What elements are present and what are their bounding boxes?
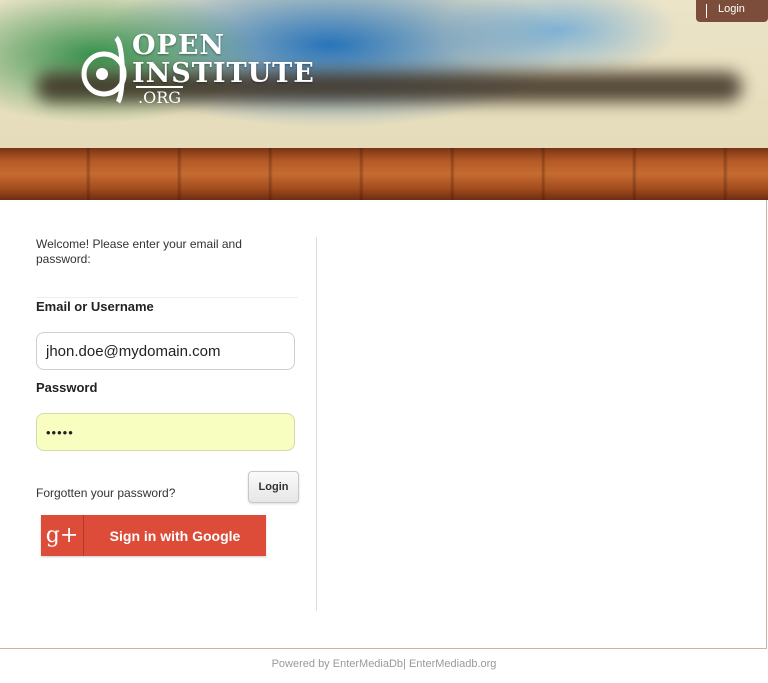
top-login-button[interactable]: Login: [696, 0, 768, 22]
footer-text[interactable]: Powered by EnterMediaDb| EnterMediadb.or…: [0, 658, 768, 670]
google-signin-button[interactable]: g+ Sign in with Google: [41, 515, 266, 556]
email-field[interactable]: jhon.doe@mydomain.com: [36, 332, 295, 370]
logo-text-open: OPEN: [132, 30, 226, 61]
google-signin-label: Sign in with Google: [109, 527, 241, 544]
password-value: •••••: [46, 424, 74, 440]
google-plus-icon: g+: [41, 515, 84, 556]
logo-text-org: .ORG: [136, 86, 184, 107]
logo-text-institute: INSTITUTE: [132, 58, 315, 89]
login-button[interactable]: Login: [248, 471, 299, 503]
form-divider: [36, 297, 298, 298]
password-field[interactable]: •••••: [36, 413, 295, 451]
logo-emblem-icon: [81, 36, 127, 104]
site-header: OPEN INSTITUTE .ORG Login: [0, 0, 768, 148]
site-logo[interactable]: OPEN INSTITUTE .ORG: [80, 28, 314, 108]
forgot-password-link[interactable]: Forgotten your password?: [36, 486, 175, 500]
login-panel: Welcome! Please enter your email and pas…: [0, 200, 767, 649]
column-divider: [316, 237, 317, 611]
email-label: Email or Username: [36, 299, 154, 314]
top-login-divider: [706, 4, 707, 18]
top-login-label: Login: [718, 3, 745, 15]
email-value: jhon.doe@mydomain.com: [46, 342, 221, 360]
welcome-message: Welcome! Please enter your email and pas…: [36, 237, 242, 266]
wood-banner: [0, 148, 768, 200]
password-label: Password: [36, 380, 98, 395]
